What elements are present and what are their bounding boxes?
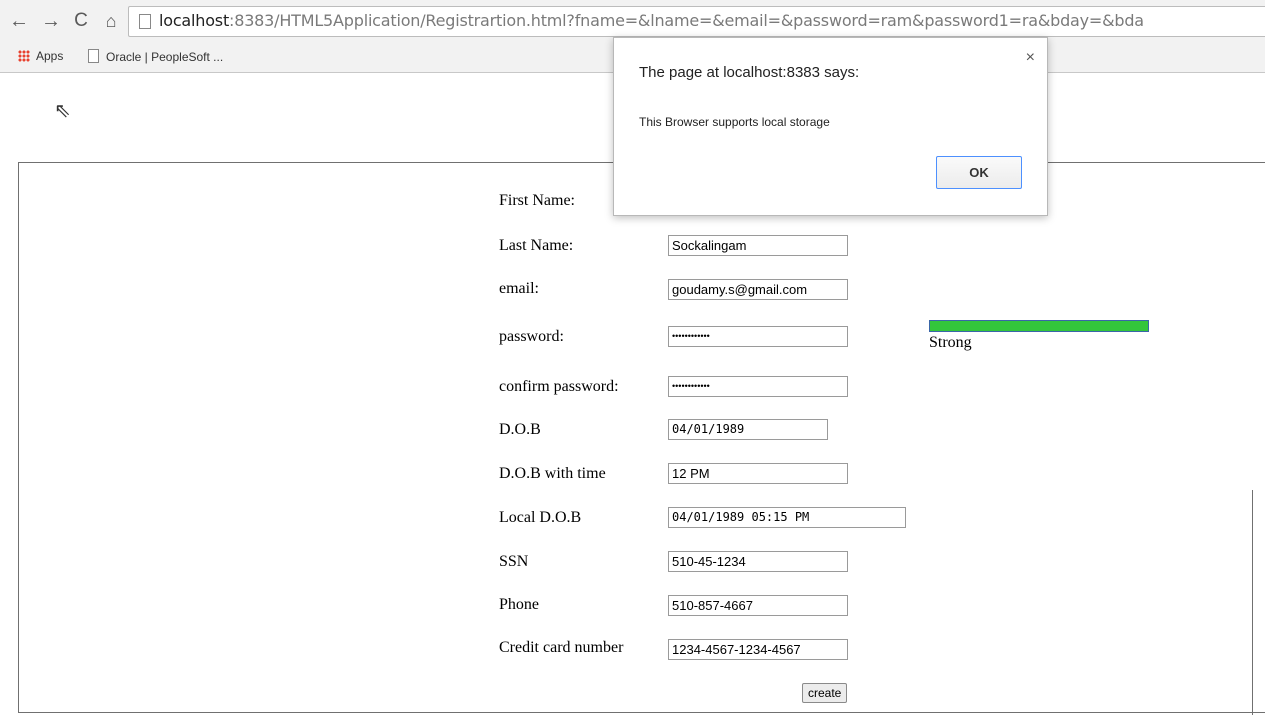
- bookmark-label: Apps: [36, 49, 64, 63]
- password-strength-meter: [929, 320, 1149, 332]
- password-strength-label: Strong: [929, 334, 972, 351]
- ssn-input[interactable]: 510-45-1234: [668, 551, 848, 572]
- back-arrow-icon[interactable]: ←: [8, 9, 30, 33]
- dob-with-time-input[interactable]: 12 PM: [668, 463, 848, 484]
- label-credit-card: Credit card number: [499, 639, 624, 656]
- password-input[interactable]: ••••••••••••: [668, 326, 848, 347]
- address-bar[interactable]: localhost:8383/HTML5Application/Registra…: [128, 6, 1265, 37]
- bookmark-apps[interactable]: Apps: [18, 49, 63, 63]
- forward-arrow-icon[interactable]: →: [40, 9, 62, 33]
- label-email: email:: [499, 280, 539, 297]
- registration-form-frame: [18, 162, 1265, 713]
- home-icon[interactable]: ⌂: [100, 9, 122, 33]
- label-password: password:: [499, 328, 564, 345]
- create-button[interactable]: create: [802, 683, 848, 703]
- label-confirm-password: confirm password:: [499, 378, 619, 395]
- dialog-message: This Browser supports local storage: [639, 115, 830, 129]
- email-input[interactable]: goudamy.s@gmail.com: [668, 279, 848, 300]
- reload-icon[interactable]: C: [70, 9, 92, 33]
- label-first-name: First Name:: [499, 192, 575, 209]
- bookmark-oracle-peoplesoft[interactable]: Oracle | PeopleSoft ...: [88, 49, 223, 64]
- local-dob-input[interactable]: 04/01/1989 05:15 PM: [668, 507, 906, 528]
- label-ssn: SSN: [499, 553, 529, 570]
- label-phone: Phone: [499, 596, 539, 613]
- label-last-name: Last Name:: [499, 237, 574, 254]
- credit-card-input[interactable]: 1234-4567-1234-4567: [668, 639, 848, 660]
- password-strength-fill: [930, 321, 1148, 331]
- url-text: localhost:8383/HTML5Application/Registra…: [159, 11, 1144, 30]
- bookmark-label: Oracle | PeopleSoft ...: [106, 50, 224, 64]
- apps-grid-icon: [18, 50, 30, 62]
- label-dob: D.O.B: [499, 421, 541, 438]
- page-icon: [88, 49, 99, 63]
- mouse-pointer-icon: ⇖: [54, 100, 71, 122]
- label-local-dob: Local D.O.B: [499, 509, 582, 526]
- dob-input[interactable]: 04/01/1989: [668, 419, 828, 440]
- frame-divider: [1252, 490, 1253, 715]
- phone-input[interactable]: 510-857-4667: [668, 595, 848, 616]
- label-dob-with-time: D.O.B with time: [499, 465, 606, 482]
- alert-dialog: The page at localhost:8383 says: × This …: [613, 37, 1048, 216]
- url-host: localhost: [159, 11, 230, 30]
- url-path: :8383/HTML5Application/Registrartion.htm…: [229, 11, 1144, 30]
- close-icon[interactable]: ×: [1026, 49, 1035, 67]
- confirm-password-input[interactable]: ••••••••••••: [668, 376, 848, 397]
- dialog-title: The page at localhost:8383 says:: [639, 64, 860, 81]
- page-icon: [139, 14, 151, 29]
- ok-button[interactable]: OK: [936, 156, 1022, 189]
- last-name-input[interactable]: Sockalingam: [668, 235, 848, 256]
